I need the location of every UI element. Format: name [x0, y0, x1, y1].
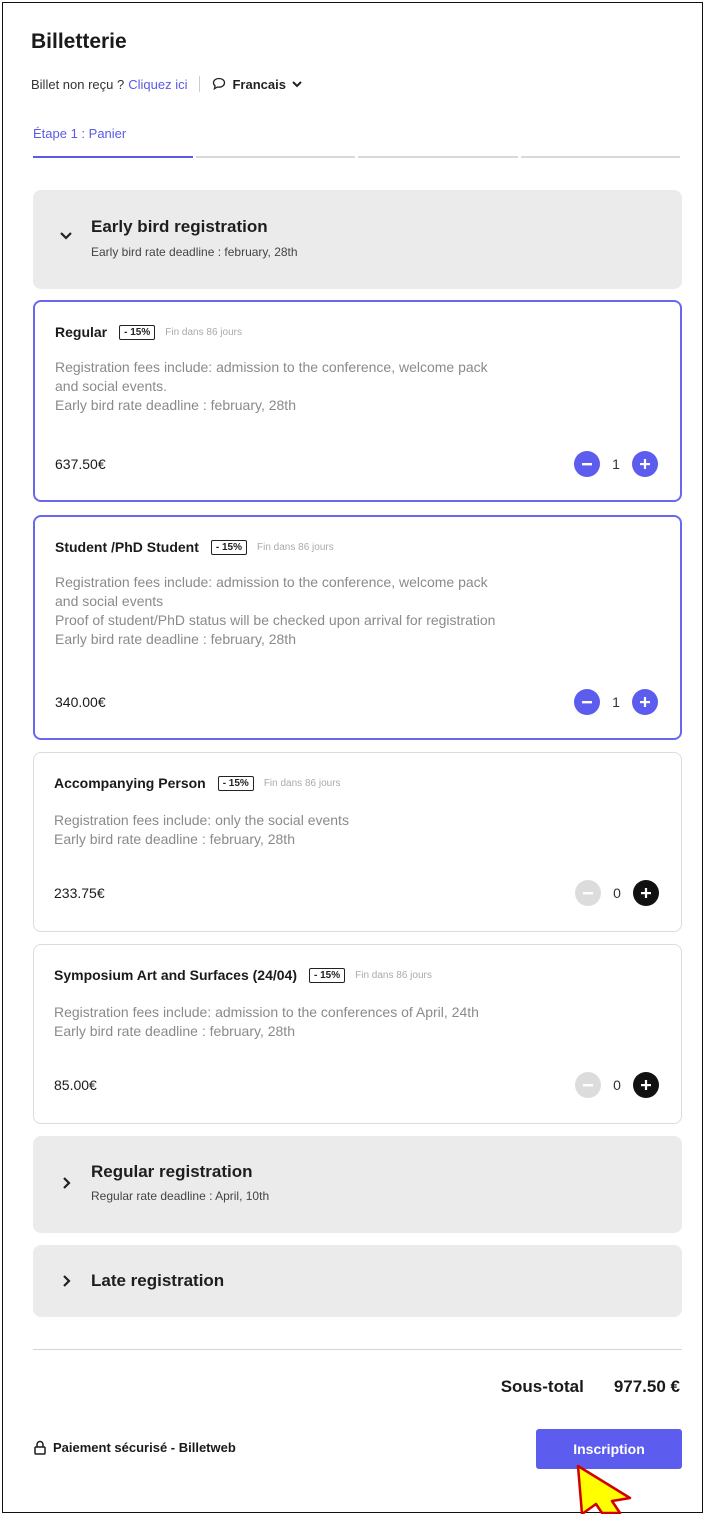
description-line: Early bird rate deadline : february, 28t…	[55, 397, 296, 413]
subtotal-label: Sous-total	[500, 1377, 584, 1396]
decrement-button[interactable]	[575, 880, 601, 906]
language-label: Francais	[232, 76, 286, 92]
ticket-name: Student /PhD Student	[55, 539, 199, 555]
current-step-label: Étape 1 : Panier	[33, 126, 127, 141]
chevron-right-icon	[63, 1177, 71, 1189]
group-late-registration[interactable]: Late registration	[33, 1245, 682, 1317]
description-line: Early bird rate deadline : february, 28t…	[55, 631, 296, 647]
ticket-price: 85.00€	[54, 1077, 97, 1093]
quantity-stepper: 1	[574, 451, 658, 477]
ticket-price: 340.00€	[55, 694, 106, 710]
discount-badge: - 15%	[217, 775, 254, 791]
ticket-header: Student /PhD Student - 15% Fin dans 86 j…	[55, 539, 334, 555]
increment-button[interactable]	[632, 451, 658, 477]
subtotal-amount: 977.50 €	[613, 1377, 680, 1396]
footer-divider	[33, 1349, 682, 1350]
step-bar-4	[520, 156, 680, 158]
ticket-price: 233.75€	[54, 885, 105, 901]
group-early-bird[interactable]: Early bird registration Early bird rate …	[33, 190, 682, 289]
group-title: Early bird registration	[91, 217, 268, 236]
quantity-value: 0	[613, 885, 621, 901]
ends-in-text: Fin dans 86 jours	[263, 777, 341, 789]
ticket-help-line: Billet non reçu ? Cliquez ici Francais	[31, 76, 308, 92]
page-title: Billetterie	[31, 30, 127, 53]
quantity-stepper: 0	[575, 880, 659, 906]
quantity-stepper: 1	[574, 689, 658, 715]
increment-button[interactable]	[633, 880, 659, 906]
quantity-value: 0	[613, 1077, 621, 1093]
minus-icon	[583, 892, 593, 895]
group-title: Late registration	[91, 1271, 225, 1290]
description-line: and social events.	[55, 378, 168, 394]
chevron-down-icon	[292, 81, 302, 88]
minus-icon	[582, 701, 592, 704]
decrement-button[interactable]	[574, 689, 600, 715]
group-subtitle: Regular rate deadline : April, 10th	[91, 1189, 270, 1203]
minus-icon	[582, 463, 592, 466]
ticket-description: Registration fees include: admission to …	[55, 573, 665, 649]
ticket-header: Symposium Art and Surfaces (24/04) - 15%…	[54, 967, 432, 983]
ticket-description: Registration fees include: admission to …	[54, 1003, 664, 1041]
increment-button[interactable]	[633, 1072, 659, 1098]
ticket-card-student[interactable]: Student /PhD Student - 15% Fin dans 86 j…	[33, 515, 682, 740]
discount-badge: - 15%	[210, 539, 248, 555]
pointer-arrow-icon	[576, 1464, 632, 1514]
language-selector[interactable]: Francais	[212, 77, 307, 92]
secure-payment-note: Paiement sécurisé - Billetweb	[33, 1440, 236, 1455]
ticket-description: Registration fees include: admission to …	[55, 358, 665, 415]
ticket-description: Registration fees include: only the soci…	[54, 811, 664, 849]
ticket-card-accompanying[interactable]: Accompanying Person - 15% Fin dans 86 jo…	[33, 752, 682, 932]
group-title: Regular registration	[91, 1162, 253, 1181]
plus-icon	[640, 459, 650, 469]
description-line: Early bird rate deadline : february, 28t…	[54, 831, 295, 847]
chevron-right-icon	[63, 1275, 71, 1287]
plus-icon	[641, 1080, 651, 1090]
inscription-button[interactable]: Inscription	[536, 1429, 682, 1469]
chat-bubble-icon	[213, 77, 226, 91]
increment-button[interactable]	[632, 689, 658, 715]
plus-icon	[641, 888, 651, 898]
divider	[199, 76, 201, 92]
ends-in-text: Fin dans 86 jours	[165, 326, 242, 338]
description-line: Registration fees include: admission to …	[55, 359, 488, 375]
ticket-header: Accompanying Person - 15% Fin dans 86 jo…	[54, 775, 341, 791]
description-line: Proof of student/PhD status will be chec…	[55, 612, 496, 628]
decrement-button[interactable]	[574, 451, 600, 477]
click-here-link[interactable]: Cliquez ici	[128, 77, 187, 92]
lock-icon	[34, 1440, 46, 1455]
description-line: and social events	[55, 593, 164, 609]
ticket-card-symposium[interactable]: Symposium Art and Surfaces (24/04) - 15%…	[33, 944, 682, 1124]
chevron-down-icon	[60, 232, 72, 240]
description-line: Registration fees include: admission to …	[55, 574, 488, 590]
ticket-not-received-text: Billet non reçu ?	[31, 76, 125, 92]
ticket-name: Regular	[55, 324, 108, 340]
decrement-button[interactable]	[575, 1072, 601, 1098]
minus-icon	[583, 1084, 593, 1087]
ticket-card-regular[interactable]: Regular - 15% Fin dans 86 jours Registra…	[33, 300, 682, 502]
discount-badge: - 15%	[119, 324, 156, 340]
secure-payment-text: Paiement sécurisé - Billetweb	[53, 1440, 236, 1455]
ends-in-text: Fin dans 86 jours	[257, 541, 334, 553]
description-line: Registration fees include: admission to …	[54, 1004, 479, 1020]
group-regular-registration[interactable]: Regular registration Regular rate deadli…	[33, 1136, 682, 1233]
description-line: Registration fees include: only the soci…	[54, 812, 349, 828]
step-bar-1	[33, 156, 193, 158]
subtotal: Sous-total 977.50 €	[501, 1377, 680, 1397]
ticket-price: 637.50€	[55, 456, 106, 472]
discount-badge: - 15%	[309, 967, 346, 983]
quantity-value: 1	[612, 456, 620, 472]
ticket-name: Accompanying Person	[54, 775, 206, 791]
step-bar-2	[195, 156, 355, 158]
description-line: Early bird rate deadline : february, 28t…	[54, 1023, 295, 1039]
step-bars	[33, 156, 680, 158]
plus-icon	[640, 697, 650, 707]
ticket-header: Regular - 15% Fin dans 86 jours	[55, 324, 242, 340]
step-progress: Étape 1 : Panier	[33, 126, 680, 158]
step-bar-3	[358, 156, 518, 158]
group-subtitle: Early bird rate deadline : february, 28t…	[91, 245, 298, 259]
ends-in-text: Fin dans 86 jours	[355, 969, 432, 981]
quantity-stepper: 0	[575, 1072, 659, 1098]
quantity-value: 1	[612, 694, 620, 710]
ticket-name: Symposium Art and Surfaces (24/04)	[54, 967, 298, 983]
